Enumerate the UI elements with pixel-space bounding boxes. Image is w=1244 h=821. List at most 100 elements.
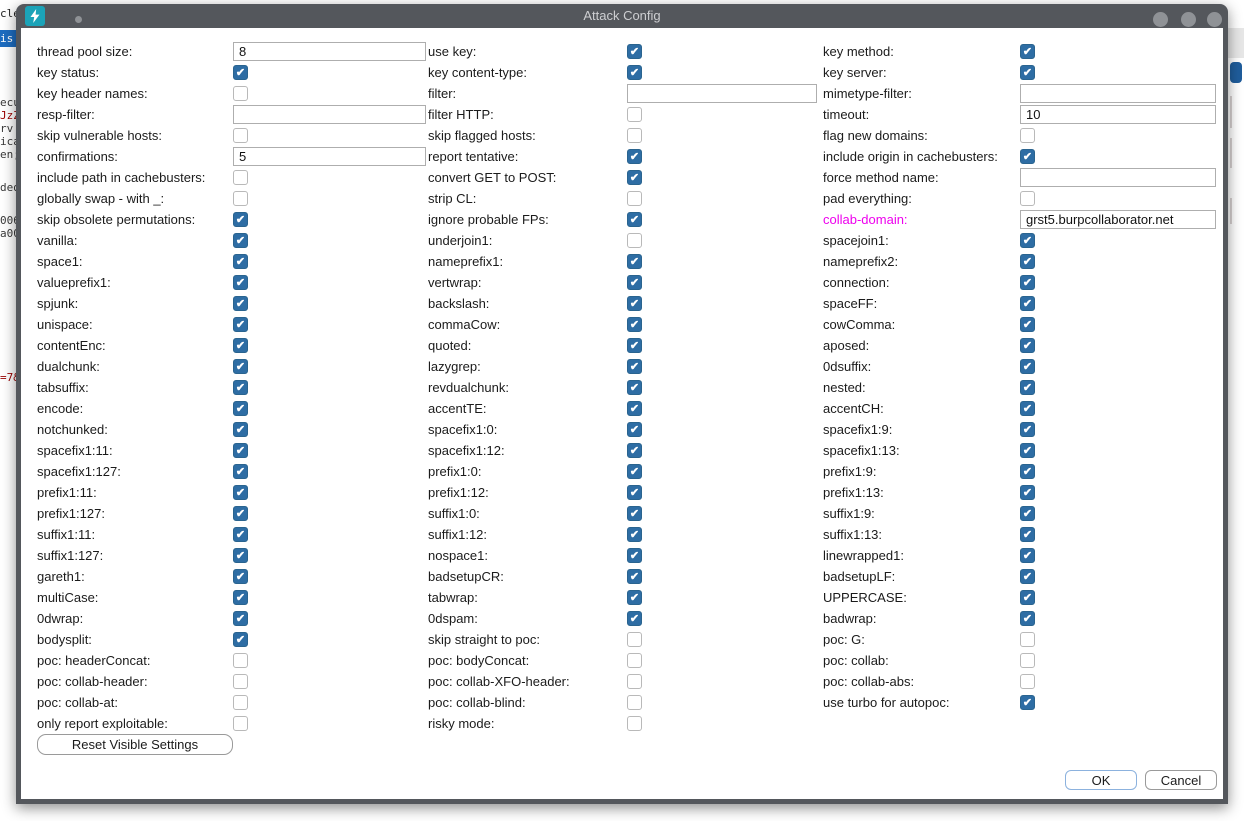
checkbox[interactable] <box>233 695 248 710</box>
checkbox[interactable] <box>233 338 248 353</box>
text-input[interactable] <box>1020 210 1216 229</box>
checkbox[interactable] <box>627 359 642 374</box>
checkbox[interactable] <box>627 590 642 605</box>
cancel-button[interactable]: Cancel <box>1145 770 1217 790</box>
checkbox[interactable] <box>1020 611 1035 626</box>
checkbox[interactable] <box>1020 296 1035 311</box>
checkbox[interactable] <box>233 212 248 227</box>
checkbox[interactable] <box>627 212 642 227</box>
checkbox[interactable] <box>1020 527 1035 542</box>
minimize-button[interactable] <box>1153 12 1168 27</box>
close-button[interactable] <box>1207 12 1222 27</box>
maximize-button[interactable] <box>1181 12 1196 27</box>
checkbox[interactable] <box>1020 254 1035 269</box>
checkbox[interactable] <box>627 527 642 542</box>
checkbox[interactable] <box>627 338 642 353</box>
checkbox[interactable] <box>233 527 248 542</box>
checkbox[interactable] <box>627 485 642 500</box>
checkbox[interactable] <box>233 170 248 185</box>
text-input[interactable] <box>1020 168 1216 187</box>
checkbox[interactable] <box>233 506 248 521</box>
checkbox[interactable] <box>627 422 642 437</box>
text-input[interactable] <box>233 147 426 166</box>
checkbox[interactable] <box>627 695 642 710</box>
checkbox[interactable] <box>627 233 642 248</box>
checkbox[interactable] <box>1020 317 1035 332</box>
checkbox[interactable] <box>627 464 642 479</box>
text-input[interactable] <box>1020 105 1216 124</box>
checkbox[interactable] <box>1020 548 1035 563</box>
checkbox[interactable] <box>233 128 248 143</box>
checkbox[interactable] <box>233 65 248 80</box>
checkbox[interactable] <box>1020 359 1035 374</box>
checkbox[interactable] <box>1020 233 1035 248</box>
checkbox[interactable] <box>1020 401 1035 416</box>
checkbox[interactable] <box>627 44 642 59</box>
checkbox[interactable] <box>1020 485 1035 500</box>
checkbox[interactable] <box>627 254 642 269</box>
checkbox[interactable] <box>1020 653 1035 668</box>
checkbox[interactable] <box>233 632 248 647</box>
checkbox[interactable] <box>627 548 642 563</box>
checkbox[interactable] <box>1020 149 1035 164</box>
checkbox[interactable] <box>627 65 642 80</box>
checkbox[interactable] <box>1020 674 1035 689</box>
checkbox[interactable] <box>233 548 248 563</box>
checkbox[interactable] <box>233 401 248 416</box>
text-input[interactable] <box>1020 84 1216 103</box>
checkbox[interactable] <box>627 569 642 584</box>
checkbox[interactable] <box>1020 380 1035 395</box>
checkbox[interactable] <box>233 254 248 269</box>
checkbox[interactable] <box>1020 338 1035 353</box>
checkbox[interactable] <box>233 275 248 290</box>
checkbox[interactable] <box>233 674 248 689</box>
checkbox[interactable] <box>233 359 248 374</box>
checkbox[interactable] <box>1020 422 1035 437</box>
checkbox[interactable] <box>627 128 642 143</box>
checkbox[interactable] <box>233 611 248 626</box>
checkbox[interactable] <box>233 569 248 584</box>
checkbox[interactable] <box>1020 65 1035 80</box>
text-input[interactable] <box>233 105 426 124</box>
checkbox[interactable] <box>627 317 642 332</box>
checkbox[interactable] <box>233 380 248 395</box>
checkbox[interactable] <box>233 485 248 500</box>
checkbox[interactable] <box>1020 569 1035 584</box>
titlebar[interactable]: Attack Config <box>16 4 1228 28</box>
checkbox[interactable] <box>627 632 642 647</box>
checkbox[interactable] <box>233 233 248 248</box>
checkbox[interactable] <box>627 401 642 416</box>
checkbox[interactable] <box>1020 443 1035 458</box>
checkbox[interactable] <box>627 170 642 185</box>
checkbox[interactable] <box>233 86 248 101</box>
checkbox[interactable] <box>1020 695 1035 710</box>
checkbox[interactable] <box>1020 506 1035 521</box>
checkbox[interactable] <box>233 590 248 605</box>
ok-button[interactable]: OK <box>1065 770 1137 790</box>
reset-visible-settings-button[interactable]: Reset Visible Settings <box>37 734 233 755</box>
checkbox[interactable] <box>233 443 248 458</box>
checkbox[interactable] <box>1020 275 1035 290</box>
checkbox[interactable] <box>233 653 248 668</box>
checkbox[interactable] <box>627 506 642 521</box>
checkbox[interactable] <box>1020 191 1035 206</box>
checkbox[interactable] <box>627 275 642 290</box>
checkbox[interactable] <box>233 191 248 206</box>
checkbox[interactable] <box>1020 632 1035 647</box>
checkbox[interactable] <box>627 380 642 395</box>
text-input[interactable] <box>233 42 426 61</box>
checkbox[interactable] <box>627 107 642 122</box>
checkbox[interactable] <box>233 317 248 332</box>
text-input[interactable] <box>627 84 817 103</box>
checkbox[interactable] <box>627 611 642 626</box>
checkbox[interactable] <box>1020 464 1035 479</box>
checkbox[interactable] <box>627 716 642 731</box>
checkbox[interactable] <box>627 653 642 668</box>
checkbox[interactable] <box>1020 590 1035 605</box>
checkbox[interactable] <box>233 422 248 437</box>
checkbox[interactable] <box>627 191 642 206</box>
checkbox[interactable] <box>233 464 248 479</box>
checkbox[interactable] <box>627 443 642 458</box>
checkbox[interactable] <box>627 674 642 689</box>
checkbox[interactable] <box>1020 128 1035 143</box>
